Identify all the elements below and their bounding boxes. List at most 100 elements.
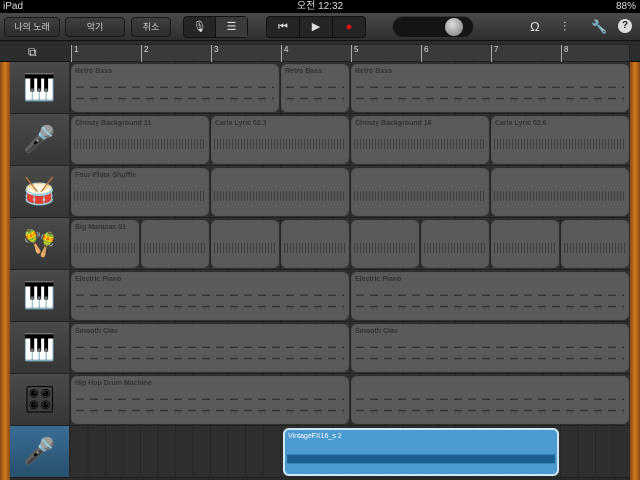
region[interactable]	[141, 220, 209, 268]
waveform	[214, 139, 346, 149]
track-header-microphone[interactable]: 🎤	[10, 426, 69, 478]
waveform	[494, 191, 626, 201]
midi-notes	[356, 294, 624, 308]
region[interactable]: Carla Lyric 02.3	[211, 116, 349, 164]
volume-knob[interactable]	[445, 18, 463, 36]
region[interactable]: Electric Piano	[351, 272, 629, 320]
region[interactable]: VintageFX16_s 2	[283, 428, 559, 476]
region-name	[352, 377, 628, 380]
midi-notes	[76, 86, 274, 100]
region[interactable]	[211, 220, 279, 268]
region[interactable]: Carla Lyric 02.6	[491, 116, 629, 164]
region-name: Electric Piano	[355, 276, 402, 283]
my-songs-button[interactable]: 나의 노래	[4, 17, 60, 37]
track-header-maracas[interactable]: 🪇	[10, 218, 69, 270]
region[interactable]: Christy Background 11	[71, 116, 209, 164]
track-lane[interactable]: Big Maracas 01	[70, 218, 630, 270]
left-wood-panel	[0, 62, 10, 480]
settings-wrench-icon[interactable]: 🔧	[591, 19, 607, 35]
waveform	[284, 243, 346, 253]
region[interactable]: Retro Bass	[281, 64, 349, 112]
track-header-microphone[interactable]: 🎤	[10, 114, 69, 166]
track-lane[interactable]: Christy Background 11 Carla Lyric 02.3 Chr…	[70, 114, 630, 166]
region[interactable]: Smooth Clav	[351, 324, 629, 372]
track-header-clavinet[interactable]: 🎹	[10, 322, 69, 374]
region-name: Big Maracas 01	[75, 224, 126, 231]
drum-kit-icon: 🥁	[23, 176, 56, 206]
track-lane[interactable]: Electric Piano Electric Piano	[70, 270, 630, 322]
track-lane[interactable]: VintageFX16_s 2	[70, 426, 630, 478]
region[interactable]	[211, 168, 349, 216]
microphone-icon[interactable]: 🎙	[184, 17, 216, 37]
region[interactable]	[351, 376, 629, 424]
play-icon[interactable]: ▶	[300, 17, 333, 37]
region[interactable]: Retro Bass	[71, 64, 279, 112]
waveform	[494, 243, 556, 253]
instruments-button[interactable]: 악기	[65, 17, 125, 37]
waveform	[74, 243, 136, 253]
record-icon[interactable]: ●	[333, 17, 365, 37]
battery: 88%	[615, 1, 636, 12]
track-lane[interactable]: Smooth Clav Smooth Clav	[70, 322, 630, 374]
region-name	[422, 221, 488, 224]
region-name	[352, 221, 418, 224]
region[interactable]: Christy Background 16	[351, 116, 489, 164]
bar-number: 3	[211, 45, 218, 62]
waveform	[354, 243, 416, 253]
microphone-icon: 🎤	[23, 436, 56, 466]
region[interactable]: Big Maracas 01	[71, 220, 139, 268]
region-name: Four-Floor Shuffle	[75, 172, 137, 179]
region-name	[282, 221, 348, 224]
region[interactable]	[351, 168, 489, 216]
region-name: Retro Bass	[75, 68, 112, 75]
electric-piano-icon: 🎹	[23, 280, 56, 310]
region[interactable]: Four-Floor Shuffle	[71, 168, 209, 216]
region[interactable]	[491, 168, 629, 216]
track-lane[interactable]: Four-Floor Shuffle	[70, 166, 630, 218]
drum-machine-icon: 🎛	[22, 384, 56, 414]
waveform	[144, 243, 206, 253]
waveform	[74, 191, 206, 201]
right-wood-panel	[630, 62, 640, 480]
waveform	[287, 454, 555, 464]
waveform	[354, 139, 486, 149]
mixer-icon[interactable]: ⫶	[563, 19, 566, 35]
track-lane[interactable]: Hip Hop Drum Machine	[70, 374, 630, 426]
add-track-icon[interactable]: ⧉	[28, 45, 37, 60]
region-name: Retro Bass	[355, 68, 392, 75]
waveform	[74, 139, 206, 149]
region[interactable]	[281, 220, 349, 268]
loop-icon[interactable]: Ω	[530, 19, 540, 34]
region[interactable]	[421, 220, 489, 268]
track-header-drum-machine[interactable]: 🎛	[10, 374, 69, 426]
help-icon[interactable]: ?	[618, 19, 632, 33]
bar-number: 6	[421, 45, 428, 62]
region[interactable]	[491, 220, 559, 268]
go-to-beginning-icon[interactable]: ⏮	[267, 17, 300, 37]
tracks-view-icon[interactable]: ☰	[216, 17, 247, 37]
ruler[interactable]: ⧉ 1 2 3 4 5 6 7 8	[0, 42, 640, 62]
track-header-synth-keyboard[interactable]: 🎹	[10, 62, 69, 114]
region-name: Smooth Clav	[355, 328, 398, 335]
timeline-ruler[interactable]: 1 2 3 4 5 6 7 8	[70, 44, 630, 62]
midi-notes	[76, 346, 344, 360]
region[interactable]	[351, 220, 419, 268]
bar-number: 1	[71, 45, 78, 62]
region[interactable]: Hip Hop Drum Machine	[71, 376, 349, 424]
region[interactable]	[561, 220, 629, 268]
undo-button[interactable]: 취소	[131, 17, 171, 37]
track-header-electric-piano[interactable]: 🎹	[10, 270, 69, 322]
region[interactable]: Smooth Clav	[71, 324, 349, 372]
waveform	[494, 139, 626, 149]
master-volume-slider[interactable]	[392, 16, 474, 38]
midi-notes	[76, 398, 344, 412]
bar-number: 2	[141, 45, 148, 62]
region[interactable]: Electric Piano	[71, 272, 349, 320]
midi-notes	[356, 346, 624, 360]
region-name	[212, 169, 348, 172]
region-name: Retro Bass	[285, 68, 322, 75]
track-lane[interactable]: Retro Bass Retro Bass Retro Bass	[70, 62, 630, 114]
track-header-drum-kit[interactable]: 🥁	[10, 166, 69, 218]
region[interactable]: Retro Bass	[351, 64, 629, 112]
status-bar: iPad 오전 12:32 88%	[0, 0, 640, 13]
